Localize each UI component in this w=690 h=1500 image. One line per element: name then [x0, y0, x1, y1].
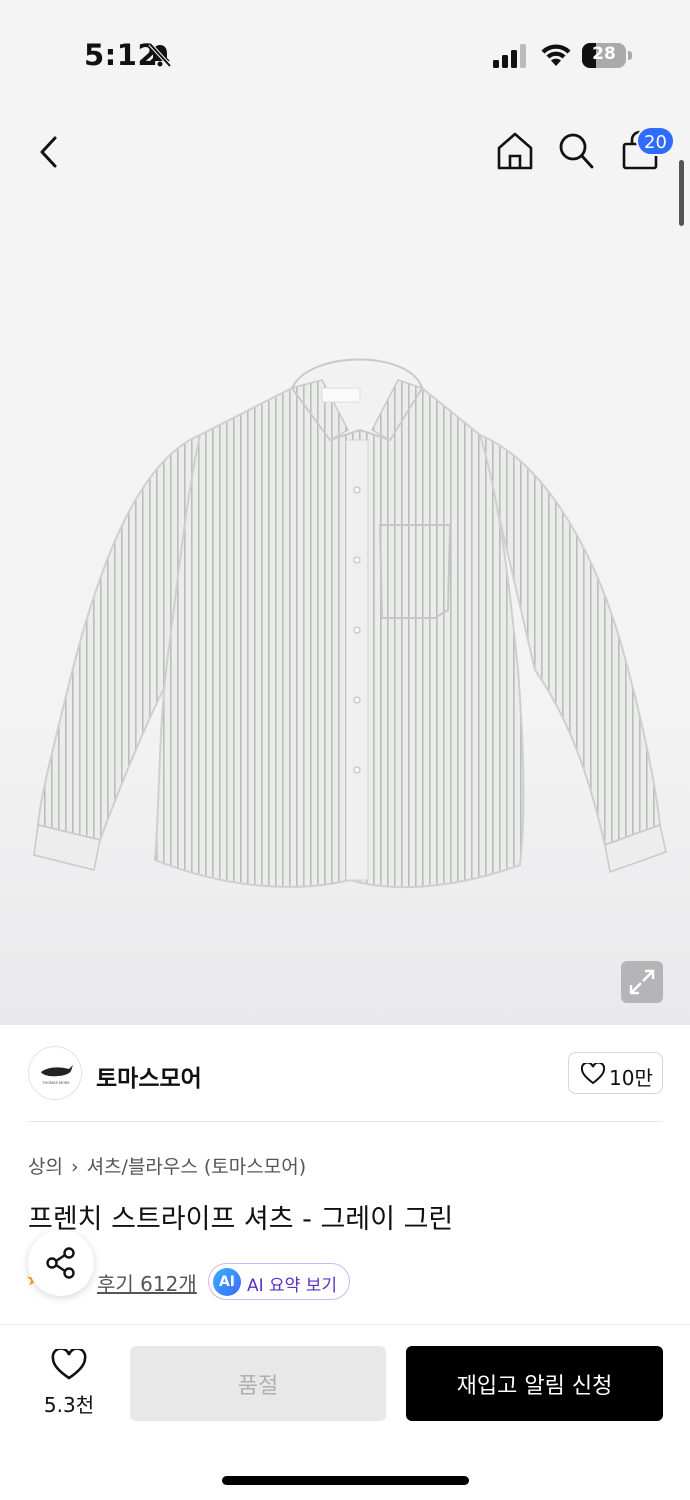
cart-count-badge: 20	[636, 126, 675, 156]
restock-alert-button[interactable]: 재입고 알림 신청	[406, 1346, 663, 1421]
ai-summary-button[interactable]: AI AI 요약 보기	[208, 1263, 350, 1300]
product-image-area: 5:12 28 20	[0, 0, 690, 1025]
expand-image-button[interactable]	[621, 961, 663, 1003]
home-icon[interactable]	[494, 130, 536, 172]
ai-badge-icon: AI	[213, 1268, 241, 1296]
share-icon	[46, 1247, 75, 1279]
share-button[interactable]	[28, 1230, 94, 1296]
battery-indicator: 28	[582, 43, 632, 68]
brand-row[interactable]: THOMAS MORE 토마스모어 10만	[0, 1025, 690, 1122]
breadcrumb-item[interactable]: 셔츠/블라우스 (토마스모어)	[87, 1156, 307, 1178]
home-indicator[interactable]	[222, 1476, 469, 1485]
back-chevron-icon[interactable]	[30, 130, 70, 174]
breadcrumb: 상의 › 셔츠/블라우스 (토마스모어)	[28, 1152, 306, 1179]
brand-logo[interactable]: THOMAS MORE	[28, 1046, 82, 1100]
wishlist-button[interactable]: 5.3천	[30, 1345, 108, 1421]
expand-arrows-icon	[629, 969, 655, 995]
brand-like-count: 10만	[609, 1066, 653, 1090]
section-divider	[28, 1121, 662, 1122]
review-count-link[interactable]: 후기 612개	[97, 1268, 197, 1297]
heart-outline-icon	[581, 1063, 605, 1085]
product-photo[interactable]	[30, 340, 670, 900]
bottom-bar-divider	[0, 1324, 690, 1325]
wishlist-count: 5.3천	[43, 1393, 95, 1417]
ai-summary-label: AI 요약 보기	[247, 1276, 338, 1296]
breadcrumb-item[interactable]: 상의	[28, 1156, 63, 1178]
scrollbar[interactable]	[679, 160, 684, 226]
silent-bell-icon	[148, 42, 172, 68]
cellular-signal-icon	[493, 44, 526, 68]
brand-name[interactable]: 토마스모어	[96, 1059, 202, 1093]
wifi-icon	[541, 44, 571, 66]
product-title: 프렌치 스트라이프 셔츠 - 그레이 그린	[28, 1204, 454, 1235]
search-icon[interactable]	[557, 131, 595, 171]
status-bar: 5:12 28	[0, 0, 690, 110]
logo-text: THOMAS MORE	[41, 1081, 70, 1085]
chevron-right-icon: ›	[70, 1156, 79, 1178]
heart-outline-icon	[51, 1349, 87, 1380]
battery-level: 28	[592, 44, 616, 64]
soldout-button: 품절	[130, 1346, 386, 1421]
product-page: 5:12 28 20 THOMAS MORE 토마스모어 10만 상의 › 셔츠…	[0, 0, 690, 1500]
whale-logo-icon: THOMAS MORE	[41, 1065, 73, 1085]
brand-like-button[interactable]: 10만	[568, 1052, 663, 1094]
